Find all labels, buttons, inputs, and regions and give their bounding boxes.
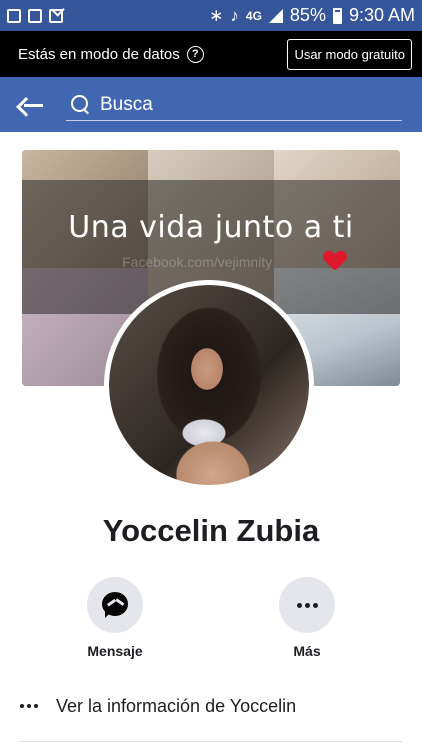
network-type: 4G bbox=[245, 8, 262, 23]
heart-icon bbox=[324, 251, 346, 271]
status-bar: ∗ ♪ 4G 85% 9:30 AM bbox=[0, 0, 422, 31]
cover-watermark: Facebook.com/vejimnity bbox=[122, 254, 273, 270]
avatar bbox=[109, 285, 309, 485]
clock: 9:30 AM bbox=[348, 5, 415, 25]
top-nav-bar: Busca bbox=[0, 77, 422, 132]
notification-icons bbox=[7, 8, 63, 23]
data-mode-text: Estás en modo de datos bbox=[18, 45, 180, 63]
file-notification-icon bbox=[28, 8, 42, 23]
more-label: Más bbox=[293, 643, 321, 659]
messenger-icon bbox=[102, 592, 128, 618]
search-icon bbox=[70, 94, 92, 116]
help-icon[interactable]: ? bbox=[186, 45, 204, 63]
see-info-link[interactable]: Ver la información de Yoccelin bbox=[20, 690, 405, 722]
battery-icon bbox=[332, 7, 342, 24]
free-mode-button[interactable]: Usar modo gratuito bbox=[287, 38, 412, 70]
signal-icon bbox=[268, 8, 283, 23]
search-input[interactable]: Busca bbox=[66, 89, 402, 121]
mail-notification-icon bbox=[49, 8, 63, 23]
profile-name: Yoccelin Zubia bbox=[102, 513, 320, 548]
more-circle[interactable] bbox=[279, 577, 335, 633]
search-placeholder: Busca bbox=[100, 93, 153, 115]
data-mode-bar: Estás en modo de datos ? Usar modo gratu… bbox=[0, 31, 422, 77]
bluetooth-icon: ∗ bbox=[209, 5, 224, 25]
ellipsis-icon bbox=[20, 704, 50, 708]
more-dots-icon bbox=[296, 602, 318, 608]
divider bbox=[20, 741, 402, 742]
gallery-notification-icon bbox=[7, 8, 21, 23]
message-label: Mensaje bbox=[87, 643, 143, 659]
see-info-label: Ver la información de Yoccelin bbox=[56, 695, 297, 716]
profile-picture[interactable] bbox=[104, 280, 314, 490]
message-button[interactable]: Mensaje bbox=[70, 577, 160, 659]
more-button[interactable]: Más bbox=[262, 577, 352, 659]
cover-caption: Una vida junto a ti bbox=[68, 210, 354, 245]
battery-percentage: 85% bbox=[289, 5, 326, 25]
back-arrow-icon[interactable] bbox=[22, 94, 44, 116]
message-circle[interactable] bbox=[87, 577, 143, 633]
system-icons: ∗ ♪ 4G 85% 9:30 AM bbox=[209, 5, 415, 26]
mute-icon: ♪ bbox=[230, 5, 239, 25]
